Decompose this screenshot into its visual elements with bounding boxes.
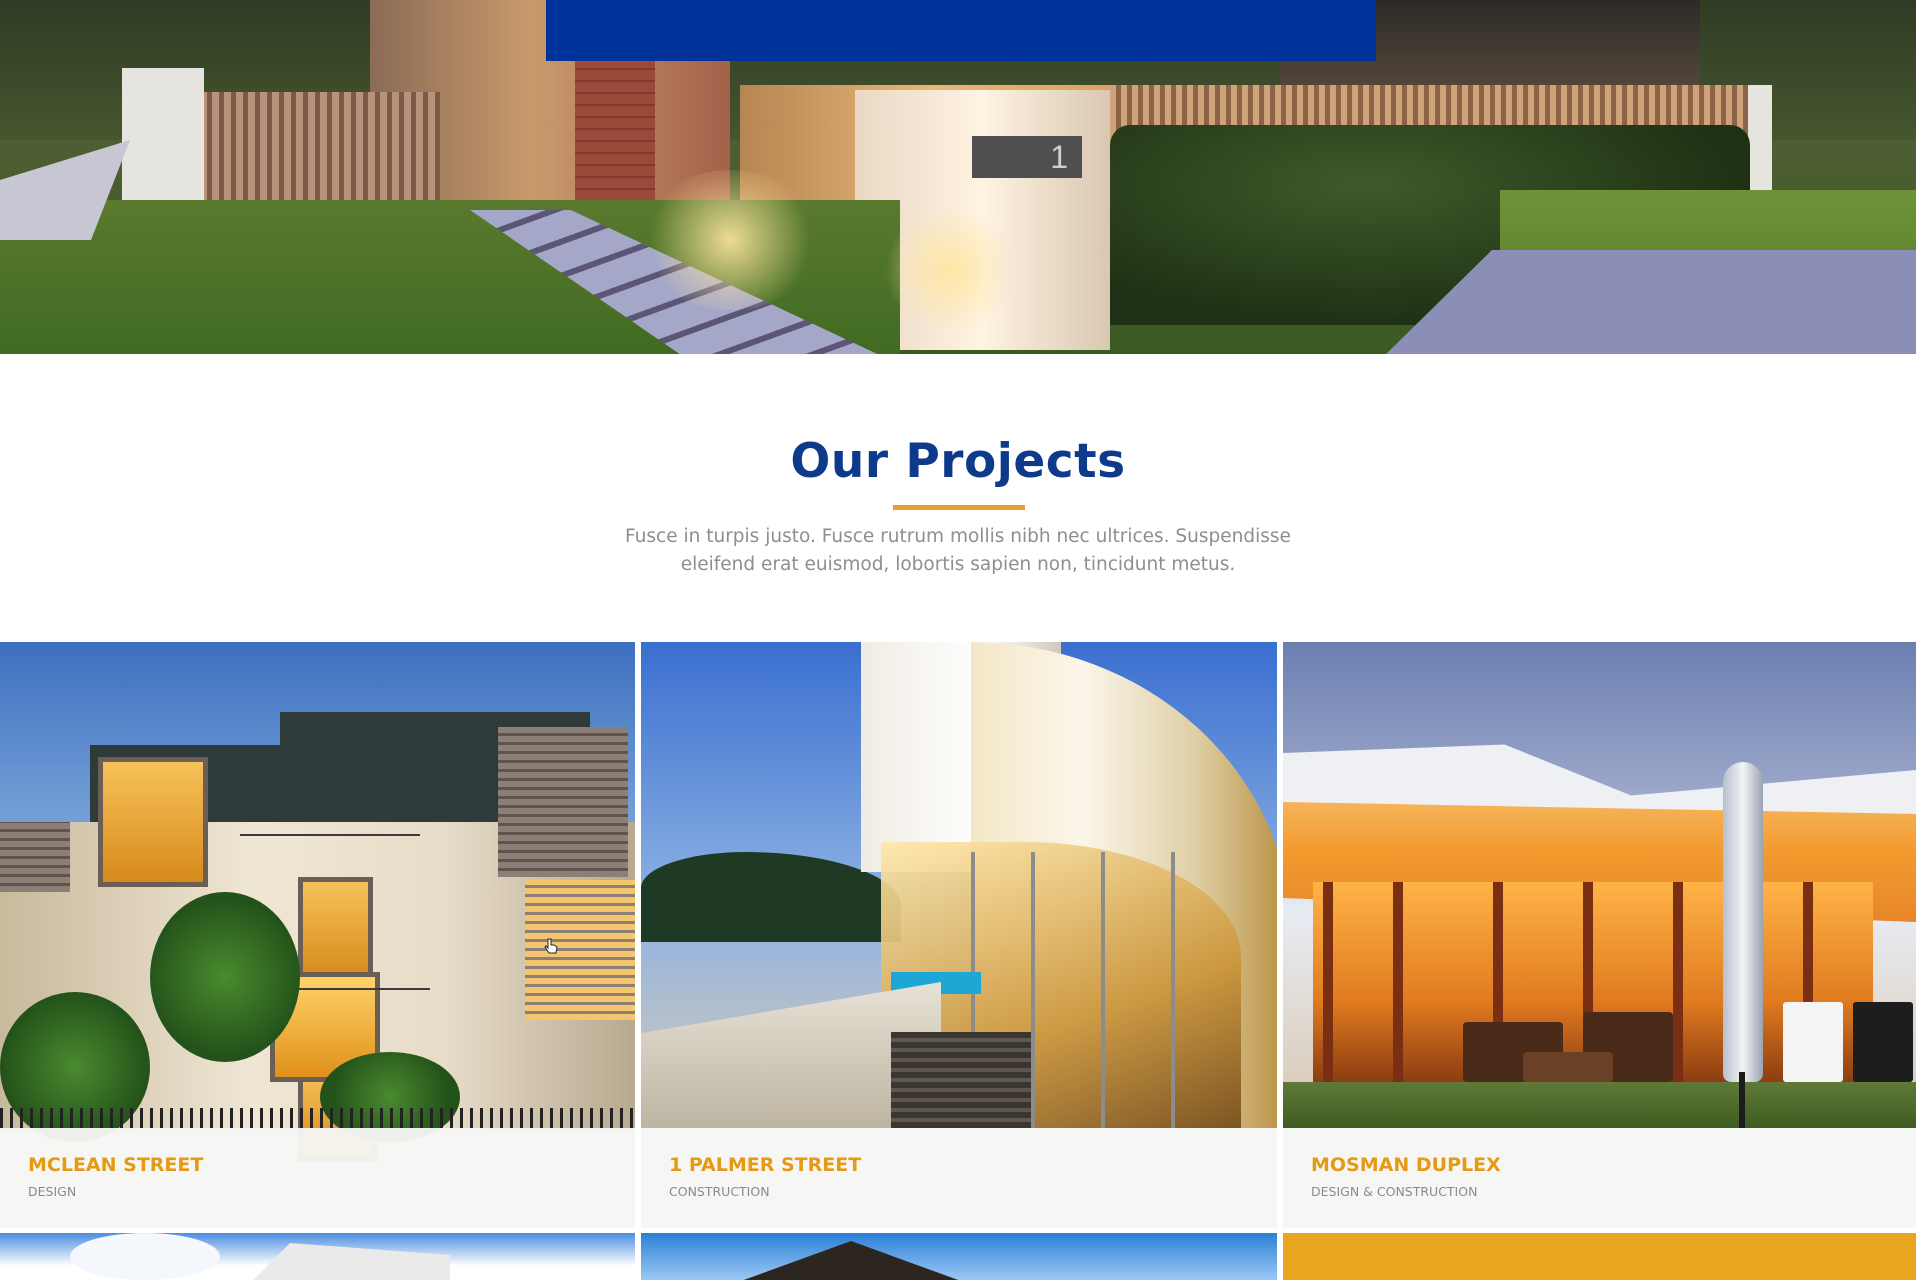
project-caption: 1 PALMER STREET CONSTRUCTION (641, 1128, 1277, 1228)
photo-lawn (1283, 1082, 1916, 1128)
photo-shutter (0, 822, 70, 892)
photo-mullion (1171, 852, 1175, 1128)
project-category: DESIGN & CONSTRUCTION (1311, 1184, 1478, 1199)
project-card-mclean-street[interactable]: MCLEAN STREET DESIGN (0, 642, 635, 1228)
photo-railing (240, 834, 420, 836)
photo-shutter (525, 880, 635, 1020)
photo-table (1523, 1052, 1613, 1082)
project-title[interactable]: MOSMAN DUPLEX (1311, 1154, 1916, 1176)
project-card-1-palmer-street[interactable]: 1 PALMER STREET CONSTRUCTION (641, 642, 1277, 1228)
photo-window (98, 757, 208, 887)
hero-banner: 1 (0, 0, 1916, 354)
title-underline (893, 505, 1025, 510)
project-title[interactable]: 1 PALMER STREET (669, 1154, 1277, 1176)
project-caption: MOSMAN DUPLEX DESIGN & CONSTRUCTION (1283, 1128, 1916, 1228)
photo-window (298, 877, 373, 982)
project-title[interactable]: MCLEAN STREET (28, 1154, 635, 1176)
project-caption: MCLEAN STREET DESIGN (0, 1128, 635, 1228)
photo-shutter (498, 727, 628, 877)
project-card-mosman-duplex[interactable]: MOSMAN DUPLEX DESIGN & CONSTRUCTION (1283, 642, 1916, 1228)
project-category: CONSTRUCTION (669, 1184, 770, 1199)
section-title: Our Projects (790, 434, 1126, 489)
hero-mailbox: 1 (972, 136, 1082, 178)
photo-stone-wall (891, 1032, 1031, 1128)
photo-roof (741, 1241, 961, 1280)
photo-door-frame (1323, 882, 1333, 1082)
section-description: Fusce in turpis justo. Fusce rutrum moll… (625, 526, 1291, 575)
photo-door-frame (1673, 882, 1683, 1082)
hand-pointer-icon (544, 938, 558, 954)
photo-mullion (1101, 852, 1105, 1128)
photo-umbrella-pole (1739, 1072, 1745, 1128)
project-card-peek[interactable] (641, 1233, 1277, 1280)
photo-chair (1783, 1002, 1843, 1082)
photo-chair (1853, 1002, 1913, 1082)
photo-building (250, 1243, 450, 1280)
photo-fence (0, 1108, 635, 1128)
mailbox-number: 1 (1050, 139, 1068, 175)
photo-door-frame (1393, 882, 1403, 1082)
project-photo (641, 642, 1277, 1128)
project-card-peek[interactable] (0, 1233, 635, 1280)
photo-tree (150, 892, 300, 1062)
project-photo (0, 642, 635, 1162)
photo-umbrella (1723, 762, 1763, 1082)
hero-garden-light (640, 170, 820, 310)
hero-garden-light (880, 210, 1020, 330)
photo-cloud (70, 1233, 220, 1280)
project-photo (1283, 642, 1916, 1128)
hero-blue-overlay (546, 0, 1376, 61)
project-category: DESIGN (28, 1184, 77, 1199)
project-card-peek[interactable] (1283, 1233, 1916, 1280)
photo-mullion (1031, 852, 1035, 1128)
